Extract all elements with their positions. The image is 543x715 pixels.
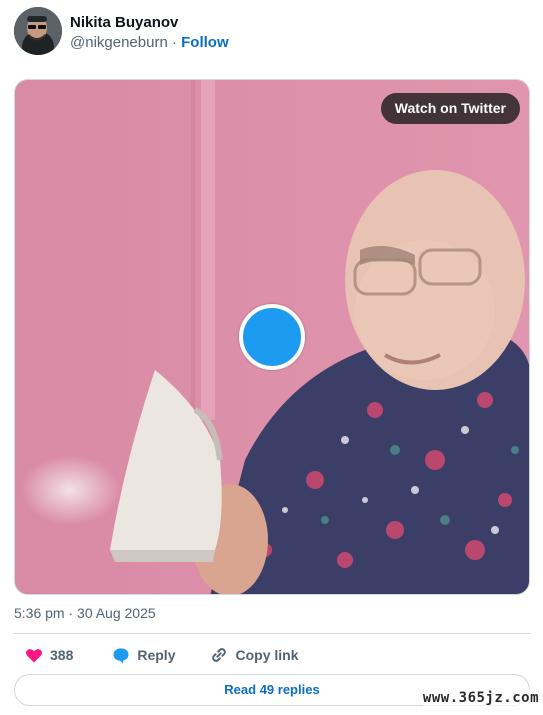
play-button[interactable] <box>239 304 305 370</box>
action-bar: 388 Reply Copy link <box>14 645 299 665</box>
timestamp[interactable]: 5:36 pm · 30 Aug 2025 <box>14 603 156 623</box>
watermark: www.365jz.com <box>422 690 539 706</box>
copy-link-label: Copy link <box>235 647 299 663</box>
reply-button[interactable]: Reply <box>111 645 175 665</box>
avatar[interactable] <box>14 7 62 55</box>
separator: · <box>171 34 177 51</box>
handle-row: @nikgeneburn · Follow <box>70 33 229 53</box>
user-info: Nikita Buyanov @nikgeneburn · Follow <box>70 14 229 53</box>
follow-link[interactable]: Follow <box>181 34 229 51</box>
like-button[interactable]: 388 <box>24 645 73 665</box>
reply-icon <box>111 645 131 665</box>
like-count: 388 <box>50 647 74 663</box>
display-name[interactable]: Nikita Buyanov <box>70 14 229 32</box>
video-media[interactable]: Watch on Twitter <box>14 79 530 595</box>
handle[interactable]: @nikgeneburn <box>70 34 168 51</box>
watch-on-twitter-button[interactable]: Watch on Twitter <box>380 93 520 124</box>
tweet-header: Nikita Buyanov @nikgeneburn · Follow <box>14 7 229 55</box>
heart-icon <box>24 645 44 665</box>
reply-label: Reply <box>137 647 176 663</box>
divider <box>14 633 530 634</box>
link-icon <box>209 645 229 665</box>
copy-link-button[interactable]: Copy link <box>209 645 299 665</box>
